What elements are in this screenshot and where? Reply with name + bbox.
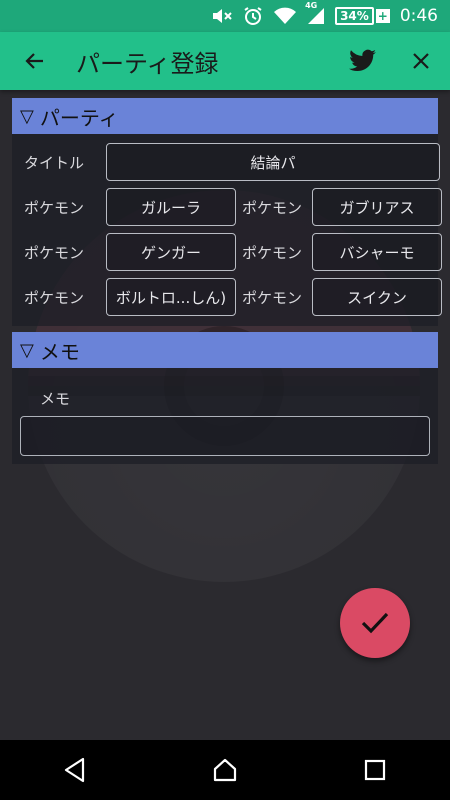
title-field[interactable]: 結論パ — [106, 143, 440, 181]
nav-back-icon — [64, 757, 85, 783]
nav-back-button[interactable] — [45, 740, 105, 800]
memo-section-title: メモ — [39, 339, 80, 364]
memo-input[interactable] — [20, 416, 430, 456]
close-button[interactable] — [392, 32, 450, 90]
status-bar: 4G 34% + 0:46 — [0, 0, 450, 32]
pokemon-slot-1[interactable]: ガルーラ — [106, 188, 236, 226]
pokemon-slot-3[interactable]: ゲンガー — [106, 233, 236, 271]
party-section-title: パーティ — [39, 105, 119, 130]
charging-icon: + — [375, 9, 390, 23]
nav-recents-button[interactable] — [345, 740, 405, 800]
party-section-header[interactable]: ▽ パーティ — [12, 98, 438, 134]
alarm-icon — [243, 6, 263, 26]
pokemon-slot-4[interactable]: バシャーモ — [312, 233, 442, 271]
memo-label: メモ — [40, 390, 71, 408]
confirm-button[interactable] — [340, 588, 410, 658]
pokemon-slot-5[interactable]: ボルトロ...しん) — [106, 278, 236, 316]
collapse-triangle-icon: ▽ — [20, 105, 34, 127]
app-bar: パーティ登録 — [0, 32, 450, 90]
pokemon-label: ポケモン — [242, 243, 303, 262]
system-nav-bar — [0, 740, 450, 800]
party-section: ▽ パーティ タイトル 結論パ ポケモン ガルーラ ポケモン ガブリアス ポケモ… — [12, 98, 442, 326]
clock: 0:46 — [399, 6, 438, 26]
pokemon-slot-2[interactable]: ガブリアス — [312, 188, 442, 226]
back-button[interactable] — [0, 32, 70, 90]
signal-icon: 4G — [305, 1, 325, 25]
wifi-icon — [273, 7, 297, 25]
memo-section: ▽ メモ メモ — [12, 332, 438, 464]
battery-level: 34% — [335, 7, 374, 25]
twitter-icon — [349, 49, 376, 72]
pokemon-label: ポケモン — [24, 198, 85, 217]
collapse-triangle-icon: ▽ — [20, 339, 34, 361]
nav-home-icon — [213, 758, 237, 782]
memo-section-header[interactable]: ▽ メモ — [12, 332, 438, 368]
nav-home-button[interactable] — [195, 740, 255, 800]
battery-icon: 34% + — [335, 7, 390, 25]
close-icon — [413, 53, 429, 69]
network-type: 4G — [305, 1, 318, 10]
pokemon-label: ポケモン — [242, 198, 303, 217]
arrow-back-icon — [25, 53, 43, 69]
title-label: タイトル — [24, 153, 85, 172]
check-icon — [361, 612, 389, 634]
page-title: パーティ登録 — [76, 49, 219, 78]
pokemon-label: ポケモン — [242, 288, 303, 307]
nav-recents-icon — [364, 759, 386, 781]
pokemon-slot-6[interactable]: スイクン — [312, 278, 442, 316]
pokemon-label: ポケモン — [24, 243, 85, 262]
twitter-share-button[interactable] — [334, 32, 392, 90]
mute-icon — [211, 7, 233, 25]
pokemon-label: ポケモン — [24, 288, 85, 307]
